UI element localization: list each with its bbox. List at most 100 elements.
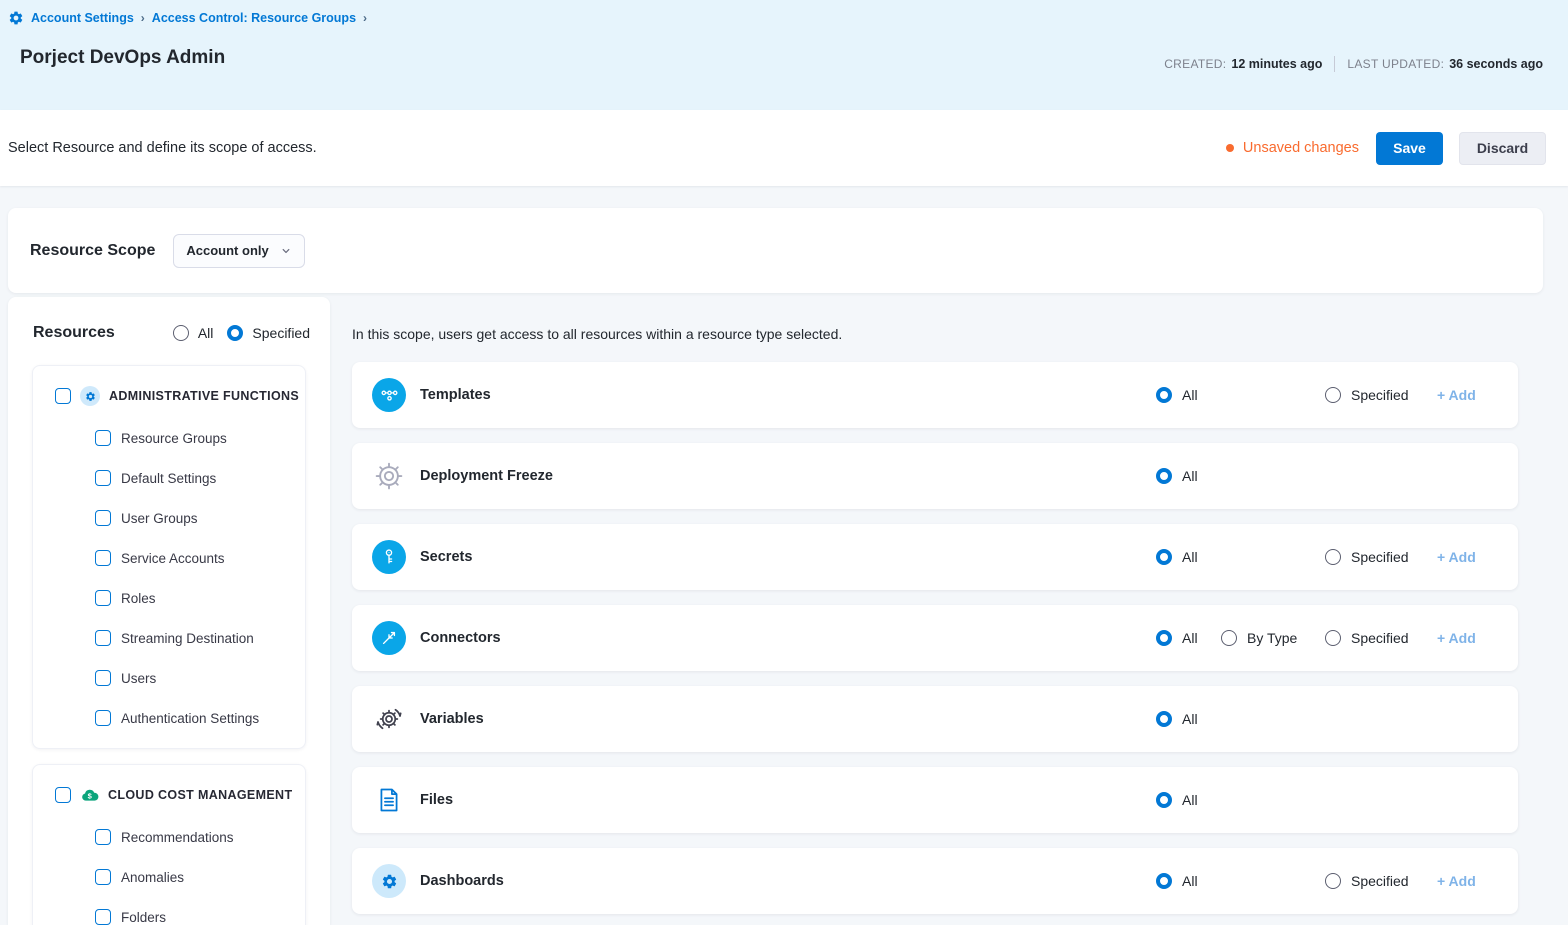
service-accounts-checkbox[interactable] <box>95 550 111 566</box>
connectors-add-button[interactable]: + Add <box>1437 630 1476 646</box>
connectors-all-radio[interactable] <box>1156 630 1172 646</box>
secrets-all-option[interactable]: All <box>1156 524 1198 590</box>
resource-item-default-settings: Default Settings <box>33 458 305 498</box>
breadcrumb-link-account-settings[interactable]: Account Settings <box>31 11 134 25</box>
files-all-radio[interactable] <box>1156 792 1172 808</box>
meta-info: CREATED: 12 minutes ago LAST UPDATED: 36… <box>1164 56 1543 72</box>
secrets-all-radio[interactable] <box>1156 549 1172 565</box>
resource-row-dashboards: DashboardsAllSpecified+ Add <box>352 848 1518 914</box>
dashboards-add-button[interactable]: + Add <box>1437 873 1476 889</box>
option-label: All <box>1182 792 1198 808</box>
anomalies-checkbox[interactable] <box>95 869 111 885</box>
templates-add-button[interactable]: + Add <box>1437 387 1476 403</box>
users-checkbox[interactable] <box>95 670 111 686</box>
connectors-by-type-radio[interactable] <box>1221 630 1237 646</box>
resource-item-anomalies: Anomalies <box>33 857 305 897</box>
resources-header: Resources All Specified <box>8 297 330 359</box>
templates-specified-radio[interactable] <box>1325 387 1341 403</box>
user-groups-checkbox[interactable] <box>95 510 111 526</box>
specified-radio-label: Specified <box>252 325 310 341</box>
resource-row-templates: Templates All Specified + Add <box>352 362 1518 428</box>
chevron-down-icon <box>279 244 293 258</box>
resource-scope-card: Resource Scope Account only <box>8 208 1543 293</box>
connectors-specified-radio[interactable] <box>1325 630 1341 646</box>
action-toolbar: Select Resource and define its scope of … <box>0 110 1568 186</box>
secrets-icon <box>372 540 406 574</box>
default-settings-checkbox[interactable] <box>95 470 111 486</box>
cloud-cost-management-checkbox[interactable] <box>55 787 71 803</box>
resource-groups-checkbox[interactable] <box>95 430 111 446</box>
templates-all-option[interactable]: All <box>1156 362 1198 428</box>
resource-item-authentication-settings: Authentication Settings <box>33 698 305 738</box>
created-label: CREATED: <box>1164 57 1226 71</box>
deployment-freeze-all-radio[interactable] <box>1156 468 1172 484</box>
discard-button[interactable]: Discard <box>1459 132 1546 165</box>
dashboards-all-option[interactable]: All <box>1156 848 1198 914</box>
dashboards-specified-option[interactable]: Specified <box>1325 848 1409 914</box>
resource-row-label: Templates <box>420 387 491 403</box>
option-label: All <box>1182 468 1198 484</box>
resource-row-label: Connectors <box>420 630 501 646</box>
templates-all-radio[interactable] <box>1156 387 1172 403</box>
files-icon <box>372 783 406 817</box>
roles-checkbox[interactable] <box>95 590 111 606</box>
variables-all-option[interactable]: All <box>1156 686 1198 752</box>
secrets-specified-radio[interactable] <box>1325 549 1341 565</box>
group-header-cloud-cost-management: $CLOUD COST MANAGEMENT <box>33 773 305 817</box>
resource-row-deployment-freeze: Deployment Freeze All <box>352 443 1518 509</box>
connectors-by-type-option[interactable]: By Type <box>1221 605 1297 671</box>
files-all-option[interactable]: All <box>1156 767 1198 833</box>
resource-groups-list: ADMINISTRATIVE FUNCTIONSResource GroupsD… <box>8 365 330 925</box>
deployment-freeze-all-option[interactable]: All <box>1156 443 1198 509</box>
dashboards-icon <box>372 864 406 898</box>
resource-row-variables: VariablesAll <box>352 686 1518 752</box>
resources-all-option[interactable]: All <box>173 325 214 341</box>
authentication-settings-checkbox[interactable] <box>95 710 111 726</box>
variables-icon <box>372 702 406 736</box>
admin-functions-icon <box>80 386 100 406</box>
save-button[interactable]: Save <box>1376 132 1443 165</box>
resource-item-label: Users <box>121 671 156 686</box>
templates-icon <box>372 378 406 412</box>
resource-item-service-accounts: Service Accounts <box>33 538 305 578</box>
meta-divider <box>1334 56 1335 72</box>
resource-type-rows: Templates All Specified + Add Deployment Fre… <box>352 362 1518 925</box>
unsaved-dot-icon <box>1226 144 1234 152</box>
last-updated-value: 36 seconds ago <box>1449 57 1543 71</box>
resources-specified-option[interactable]: Specified <box>227 325 310 341</box>
resource-item-label: Roles <box>121 591 156 606</box>
secrets-add-button[interactable]: + Add <box>1437 549 1476 565</box>
streaming-destination-checkbox[interactable] <box>95 630 111 646</box>
administrative-functions-checkbox[interactable] <box>55 388 71 404</box>
recommendations-checkbox[interactable] <box>95 829 111 845</box>
resource-item-label: Authentication Settings <box>121 711 259 726</box>
dashboards-specified-radio[interactable] <box>1325 873 1341 889</box>
secrets-add-slot: + Add <box>1437 524 1476 590</box>
dashboards-add-slot: + Add <box>1437 848 1476 914</box>
specified-radio[interactable] <box>227 325 243 341</box>
variables-all-radio[interactable] <box>1156 711 1172 727</box>
option-label: All <box>1182 387 1198 403</box>
resource-scope-dropdown[interactable]: Account only <box>173 234 305 268</box>
resource-item-label: Streaming Destination <box>121 631 254 646</box>
resource-item-resource-groups: Resource Groups <box>33 418 305 458</box>
secrets-specified-option[interactable]: Specified <box>1325 524 1409 590</box>
dashboards-all-radio[interactable] <box>1156 873 1172 889</box>
connectors-specified-option[interactable]: Specified <box>1325 605 1409 671</box>
resource-group-card-cloud-cost-management: $CLOUD COST MANAGEMENTRecommendationsAno… <box>32 764 306 925</box>
folders-checkbox[interactable] <box>95 909 111 925</box>
resource-item-label: Default Settings <box>121 471 216 486</box>
deployment-freeze-icon <box>372 459 406 493</box>
option-label: Specified <box>1351 873 1409 889</box>
templates-specified-option[interactable]: Specified <box>1325 362 1409 428</box>
unsaved-label: Unsaved changes <box>1243 140 1359 156</box>
resource-item-label: Service Accounts <box>121 551 225 566</box>
connectors-all-option[interactable]: All <box>1156 605 1198 671</box>
resource-row-label: Deployment Freeze <box>420 468 553 484</box>
resource-row-files: FilesAll <box>352 767 1518 833</box>
toolbar-description: Select Resource and define its scope of … <box>8 140 317 156</box>
resource-item-recommendations: Recommendations <box>33 817 305 857</box>
breadcrumb-link-access-control-resource-groups[interactable]: Access Control: Resource Groups <box>152 11 356 25</box>
last-updated-label: LAST UPDATED: <box>1347 57 1444 71</box>
all-radio[interactable] <box>173 325 189 341</box>
